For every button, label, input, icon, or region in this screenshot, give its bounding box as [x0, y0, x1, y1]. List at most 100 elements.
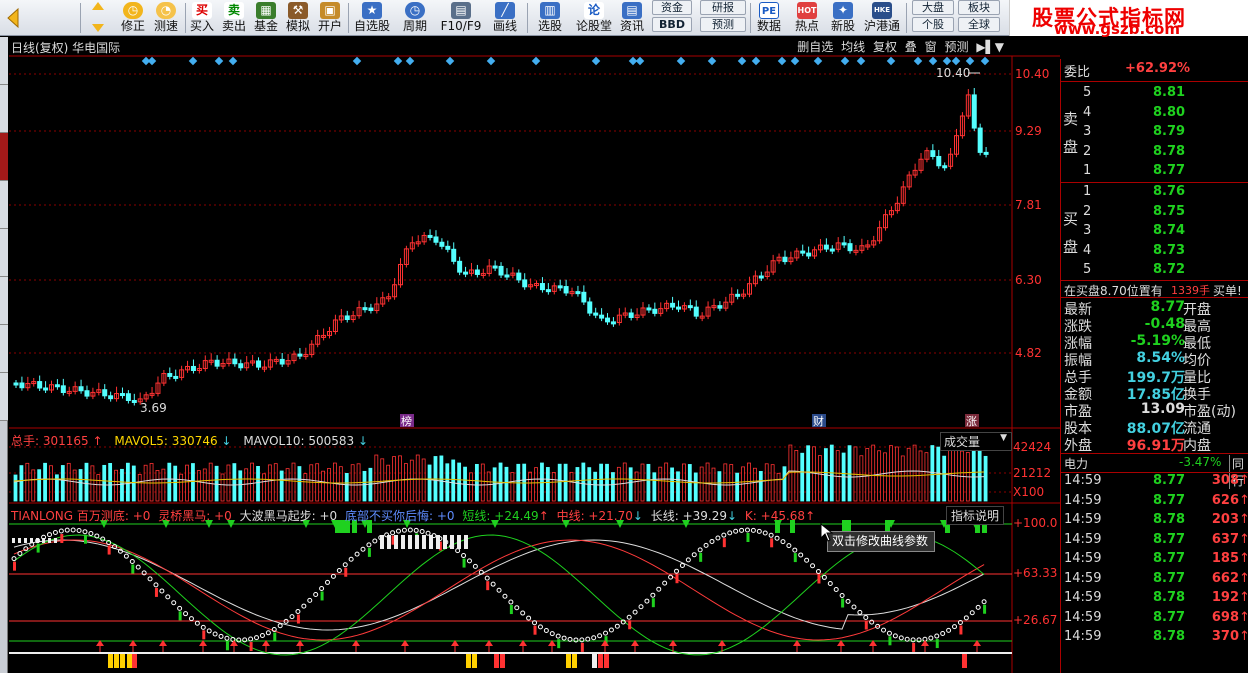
k-point — [319, 585, 325, 591]
candle — [54, 384, 60, 388]
volume-bar — [267, 464, 272, 502]
volume-bar — [149, 463, 154, 502]
candle — [19, 382, 25, 389]
candle — [368, 307, 374, 312]
candle — [463, 271, 469, 275]
k-point — [821, 574, 827, 580]
volume-bar — [96, 474, 101, 502]
volume-bar — [374, 454, 379, 502]
candle — [522, 279, 528, 288]
k-point — [603, 630, 609, 636]
k-point — [354, 551, 360, 557]
volume-bar — [930, 445, 935, 502]
k-point — [484, 575, 490, 581]
volume-bar — [474, 463, 479, 502]
candle — [599, 314, 605, 319]
volume-bar — [208, 462, 213, 502]
tick-row: 14:59 8.77 698 ↑ — [1064, 609, 1248, 625]
signal-diamond — [813, 56, 823, 66]
bottom-signal-bar — [127, 654, 132, 668]
volume-bar — [835, 450, 840, 502]
k-point — [466, 558, 472, 564]
candle — [362, 307, 368, 311]
k-point — [780, 539, 786, 545]
k-point — [218, 633, 224, 639]
volume-bar — [25, 462, 30, 502]
indicator-explain-button[interactable]: 指标说明 — [946, 506, 1004, 525]
k-point — [804, 557, 810, 563]
tick-row: 14:59 8.77 626 ↑ — [1064, 492, 1248, 508]
volume-bar — [185, 464, 189, 502]
candle — [492, 265, 498, 269]
sell-order-row: 4 8.80 — [1083, 104, 1186, 120]
volume-bar — [244, 468, 249, 502]
k-point — [472, 563, 478, 569]
k-point — [934, 633, 940, 639]
volume-bar — [60, 465, 65, 502]
k-bar — [888, 636, 892, 646]
k-point — [123, 553, 129, 559]
event-marker: 榜 — [401, 414, 412, 428]
volume-bar — [114, 469, 118, 502]
k-point — [248, 636, 254, 642]
k-point — [153, 582, 159, 588]
bottom-signal-bar — [592, 654, 597, 668]
tick-row: 14:59 8.78 203 ↑ — [1064, 512, 1248, 527]
k-point — [892, 633, 898, 639]
signal-diamond — [777, 56, 787, 66]
candle — [930, 150, 936, 157]
volume-bar — [575, 467, 580, 502]
k-point — [301, 603, 307, 609]
volume-bar — [906, 447, 911, 502]
white-signal-bar — [436, 535, 440, 549]
candle — [474, 269, 480, 275]
tick-row: 14:59 8.78 192 ↑ — [1064, 590, 1248, 605]
volume-bar — [285, 468, 290, 502]
k-point — [520, 610, 526, 616]
kline-chart[interactable]: 10.40 9.29 7.81 6.30 4.82 42424 21212 X100 +100.… — [0, 0, 1060, 673]
k-point — [662, 580, 668, 586]
white-signal-bar — [394, 535, 398, 549]
volume-bar — [321, 470, 325, 502]
volume-bar — [191, 463, 195, 502]
signal-diamond — [951, 56, 961, 66]
candle — [646, 307, 652, 311]
signal-diamond — [980, 56, 990, 66]
k-point — [555, 633, 561, 639]
candle — [108, 395, 114, 400]
k-bar — [486, 581, 490, 591]
signal-diamond — [405, 56, 415, 66]
k-point — [395, 528, 401, 534]
mavol5-label: MAVOL5: 330746 — [114, 434, 218, 448]
volume-bar — [398, 455, 402, 502]
volume-bar — [818, 455, 822, 502]
sell-order-row: 5 8.81 — [1083, 85, 1186, 100]
signal-diamond — [790, 56, 800, 66]
volume-bar — [634, 471, 639, 502]
bottom-signal-bar — [466, 654, 471, 668]
candle — [983, 151, 989, 155]
buy-order-row: 1 8.76 — [1083, 184, 1186, 199]
volume-indicator-select[interactable]: 成交量 ▼ — [940, 432, 1012, 451]
volume-bar — [427, 464, 432, 502]
volume-bar — [415, 454, 420, 502]
sell-order-row: 2 8.78 — [1083, 143, 1186, 159]
volume-tick-label: 21212 — [1013, 466, 1051, 480]
candle — [297, 353, 303, 357]
volume-bar — [386, 464, 391, 502]
k-bar — [533, 625, 537, 635]
k-bar — [154, 587, 158, 597]
k-point — [58, 528, 64, 534]
candle — [628, 312, 634, 318]
signal-diamond — [591, 56, 601, 66]
k-point — [656, 586, 662, 592]
k-point — [644, 598, 650, 604]
k-point — [739, 527, 745, 533]
k-point — [727, 530, 733, 536]
long-line-label: 长线: +39.29 — [650, 509, 728, 523]
bottom-signal-bar — [132, 654, 137, 668]
k-point — [638, 604, 644, 610]
candle — [717, 305, 723, 309]
k-point — [762, 530, 768, 536]
k-point — [721, 532, 727, 538]
